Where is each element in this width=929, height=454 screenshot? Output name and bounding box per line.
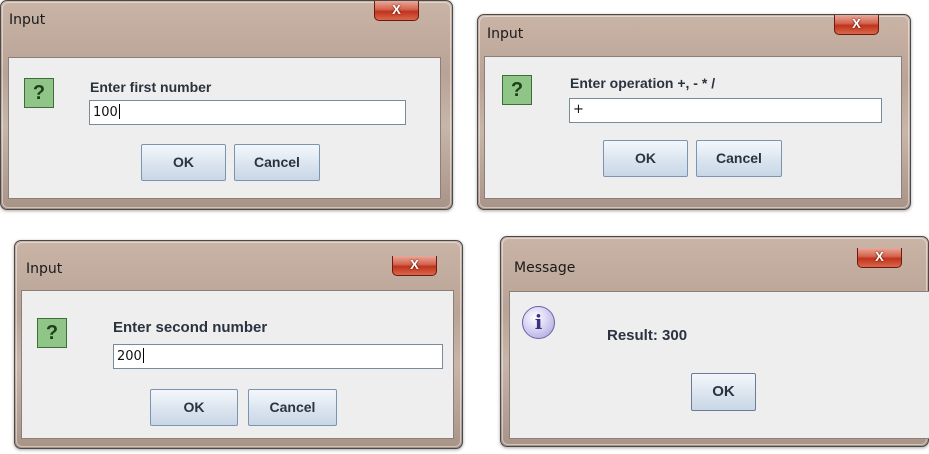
input-dialog-operation: Input X ? Enter operation +, - * / + OK … xyxy=(477,14,911,210)
title-bar[interactable]: Input X xyxy=(478,15,910,53)
close-button[interactable]: X xyxy=(834,15,879,35)
title-bar[interactable]: Message X xyxy=(501,237,928,276)
info-icon: i xyxy=(522,306,555,339)
question-icon: ? xyxy=(37,318,67,348)
dialog-body: i Result: 300 OK xyxy=(509,291,929,439)
window-title: Message xyxy=(514,260,576,276)
cancel-button[interactable]: Cancel xyxy=(696,140,782,177)
result-text: Result: 300 xyxy=(607,327,688,344)
prompt-label: Enter operation +, - * / xyxy=(570,75,716,91)
prompt-label: Enter second number xyxy=(113,319,268,336)
close-button[interactable]: X xyxy=(392,256,437,276)
input-dialog-second-number: Input X ? Enter second number 200 OK Can… xyxy=(14,240,463,449)
close-button[interactable]: X xyxy=(374,1,419,21)
dialog-body: ? Enter first number 100 OK Cancel xyxy=(8,57,441,199)
text-caret xyxy=(142,348,144,363)
ok-button[interactable]: OK xyxy=(141,144,226,181)
ok-button[interactable]: OK xyxy=(150,389,238,426)
title-bar[interactable]: Input X xyxy=(1,1,452,39)
input-value: 200 xyxy=(117,349,142,364)
dialog-body: ? Enter second number 200 OK Cancel xyxy=(21,290,454,439)
window-title: Input xyxy=(487,26,524,42)
operation-input[interactable]: + xyxy=(569,98,882,123)
title-bar[interactable]: Input X xyxy=(15,241,462,279)
ok-button[interactable]: OK xyxy=(603,140,688,177)
cancel-button[interactable]: Cancel xyxy=(234,144,320,181)
input-value: 100 xyxy=(93,105,118,120)
input-dialog-first-number: Input X ? Enter first number 100 OK Canc… xyxy=(0,0,453,210)
window-title: Input xyxy=(9,12,46,28)
question-icon: ? xyxy=(502,75,532,105)
number-input[interactable]: 200 xyxy=(113,344,443,369)
close-button[interactable]: X xyxy=(857,248,902,268)
number-input[interactable]: 100 xyxy=(89,100,406,125)
input-value: + xyxy=(573,102,584,117)
ok-button[interactable]: OK xyxy=(691,373,756,411)
cancel-button[interactable]: Cancel xyxy=(248,389,337,426)
window-title: Input xyxy=(26,261,63,277)
message-dialog-result: Message X i Result: 300 OK xyxy=(500,236,929,447)
dialog-body: ? Enter operation +, - * / + OK Cancel xyxy=(484,56,902,199)
question-icon: ? xyxy=(24,78,54,108)
prompt-label: Enter first number xyxy=(90,79,212,95)
text-caret xyxy=(118,104,120,119)
